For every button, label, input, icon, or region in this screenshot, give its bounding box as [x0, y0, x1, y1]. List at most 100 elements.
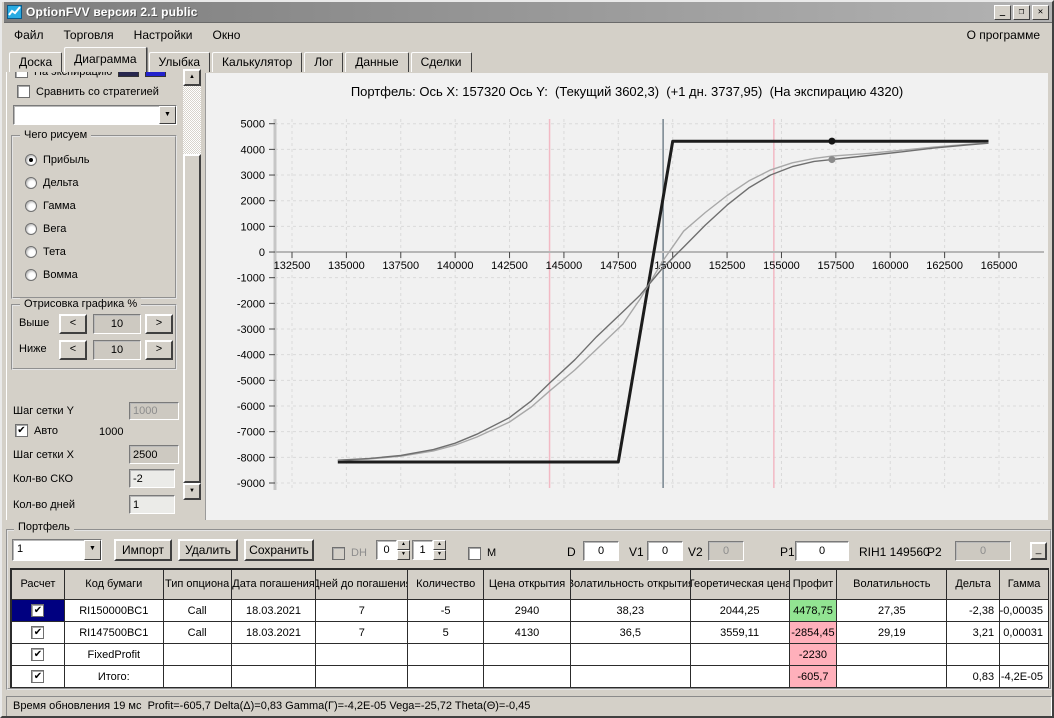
tab-3[interactable]: Калькулятор: [212, 52, 302, 72]
dh-spinner-1-input[interactable]: [376, 540, 397, 560]
table-cell-r0-c9[interactable]: 4478,75: [790, 600, 838, 622]
table-cell-r2-c7[interactable]: [571, 644, 691, 666]
table-cell-calc-3[interactable]: ✔: [12, 666, 65, 688]
menu-item-about[interactable]: О программе: [955, 24, 1052, 46]
field-input-D[interactable]: [583, 541, 619, 561]
draw-option-label-3[interactable]: Вега: [43, 223, 66, 235]
table-cell-r3-c12[interactable]: -4,2E-05: [1000, 666, 1049, 688]
row-checkbox-3[interactable]: ✔: [31, 670, 44, 683]
table-cell-r0-c12[interactable]: -0,00035: [1000, 600, 1049, 622]
portfolio-profit-chart[interactable]: 500040003000200010000-1000-2000-3000-400…: [206, 73, 1049, 520]
scroll-down-icon[interactable]: ▼: [183, 483, 201, 500]
table-cell-r2-c10[interactable]: [837, 644, 947, 666]
table-cell-r0-c3[interactable]: 18.03.2021: [232, 600, 317, 622]
dh-spinner-1[interactable]: ▲▼: [376, 540, 410, 560]
below-percent-input[interactable]: [93, 340, 141, 360]
close-icon[interactable]: ✕: [1032, 5, 1049, 20]
portfolio-selector[interactable]: 1 ▼: [12, 539, 102, 561]
dh-checkbox[interactable]: [332, 547, 345, 560]
draw-option-label-2[interactable]: Гамма: [43, 200, 76, 212]
draw-option-label-5[interactable]: Вомма: [43, 269, 78, 281]
below-decrease-button[interactable]: <: [59, 340, 87, 360]
field-input-P1[interactable]: [795, 541, 849, 561]
table-cell-r0-c1[interactable]: RI150000BC1: [65, 600, 164, 622]
table-cell-r3-c8[interactable]: [691, 666, 790, 688]
table-cell-r1-c11[interactable]: 3,21: [947, 622, 1000, 644]
table-cell-r1-c5[interactable]: 5: [408, 622, 484, 644]
tab-6[interactable]: Сделки: [411, 52, 472, 72]
table-cell-r3-c6[interactable]: [484, 666, 571, 688]
draw-option-label-1[interactable]: Дельта: [43, 177, 79, 189]
table-cell-r1-c10[interactable]: 29,19: [837, 622, 947, 644]
field-input-V1[interactable]: [647, 541, 683, 561]
table-cell-r0-c6[interactable]: 2940: [484, 600, 571, 622]
line-color-swatch-blue[interactable]: [145, 72, 166, 77]
compare-strategy-checkbox[interactable]: [17, 85, 30, 98]
table-cell-r1-c2[interactable]: Call: [164, 622, 232, 644]
below-increase-button[interactable]: >: [145, 340, 173, 360]
tab-0[interactable]: Доска: [9, 52, 62, 72]
radio-1[interactable]: [25, 177, 37, 189]
table-cell-calc-1[interactable]: ✔: [12, 622, 65, 644]
table-cell-r0-c8[interactable]: 2044,25: [691, 600, 790, 622]
table-cell-r3-c7[interactable]: [571, 666, 691, 688]
strategy-dropdown[interactable]: ▼: [13, 105, 177, 125]
portfolio-button-1[interactable]: Удалить: [178, 539, 238, 561]
table-cell-r2-c8[interactable]: [691, 644, 790, 666]
table-cell-r2-c1[interactable]: FixedProfit: [65, 644, 164, 666]
p2-input[interactable]: [955, 541, 1011, 561]
table-cell-r2-c5[interactable]: [408, 644, 484, 666]
sko-count-input[interactable]: [129, 469, 175, 488]
table-cell-calc-2[interactable]: ✔: [12, 644, 65, 666]
table-cell-r0-c2[interactable]: Call: [164, 600, 232, 622]
table-cell-r1-c8[interactable]: 3559,11: [691, 622, 790, 644]
line-color-swatch-dark[interactable]: [118, 72, 139, 77]
table-cell-r0-c10[interactable]: 27,35: [837, 600, 947, 622]
table-cell-r3-c9[interactable]: -605,7: [790, 666, 838, 688]
radio-5[interactable]: [25, 269, 37, 281]
scrollbar-thumb[interactable]: [183, 154, 201, 483]
days-count-input[interactable]: [129, 495, 175, 514]
dh-spinner-2[interactable]: ▲▼: [412, 540, 446, 560]
sidebar-scrollbar[interactable]: ▲ ▼: [183, 69, 201, 500]
table-cell-r2-c6[interactable]: [484, 644, 571, 666]
table-cell-r2-c3[interactable]: [232, 644, 317, 666]
maximize-icon[interactable]: ❒: [1013, 5, 1030, 20]
menu-item-3[interactable]: Окно: [203, 24, 251, 46]
radio-2[interactable]: [25, 200, 37, 212]
table-cell-r1-c9[interactable]: -2854,45: [790, 622, 838, 644]
table-cell-r2-c11[interactable]: [947, 644, 1000, 666]
table-cell-r0-c7[interactable]: 38,23: [571, 600, 691, 622]
minimize-icon[interactable]: _: [994, 5, 1011, 20]
table-cell-r0-c4[interactable]: 7: [316, 600, 408, 622]
scroll-up-icon[interactable]: ▲: [183, 69, 201, 86]
table-cell-r1-c1[interactable]: RI147500BC1: [65, 622, 164, 644]
table-cell-r3-c5[interactable]: [408, 666, 484, 688]
table-cell-r1-c12[interactable]: 0,00031: [1000, 622, 1049, 644]
row-checkbox-0[interactable]: ✔: [31, 604, 44, 617]
table-cell-r0-c5[interactable]: -5: [408, 600, 484, 622]
chevron-down-icon[interactable]: ▼: [159, 106, 176, 124]
above-decrease-button[interactable]: <: [59, 314, 87, 334]
table-cell-r1-c4[interactable]: 7: [316, 622, 408, 644]
chart-region[interactable]: Портфель: Ось X: 157320 Ось Y: (Текущий …: [205, 73, 1048, 520]
table-cell-r2-c9[interactable]: -2230: [790, 644, 838, 666]
auto-checkbox[interactable]: ✔: [15, 424, 28, 437]
table-cell-r3-c3[interactable]: [232, 666, 317, 688]
table-cell-r2-c2[interactable]: [164, 644, 232, 666]
spinner-up-icon[interactable]: ▲: [433, 540, 446, 550]
table-cell-r3-c11[interactable]: 0,83: [947, 666, 1000, 688]
grid-step-x-input[interactable]: [129, 445, 179, 464]
portfolio-button-2[interactable]: Сохранить: [244, 539, 314, 561]
table-cell-r3-c10[interactable]: [837, 666, 947, 688]
above-percent-input[interactable]: [93, 314, 141, 334]
grid-step-y-input[interactable]: [129, 402, 179, 420]
row-checkbox-1[interactable]: ✔: [31, 626, 44, 639]
tab-1[interactable]: Диаграмма: [64, 47, 146, 72]
table-cell-r1-c3[interactable]: 18.03.2021: [232, 622, 317, 644]
table-cell-r0-c11[interactable]: -2,38: [947, 600, 1000, 622]
expiration-checkbox[interactable]: [15, 72, 28, 78]
table-cell-calc-0[interactable]: ✔: [12, 600, 65, 622]
tab-4[interactable]: Лог: [304, 52, 343, 72]
radio-4[interactable]: [25, 246, 37, 258]
